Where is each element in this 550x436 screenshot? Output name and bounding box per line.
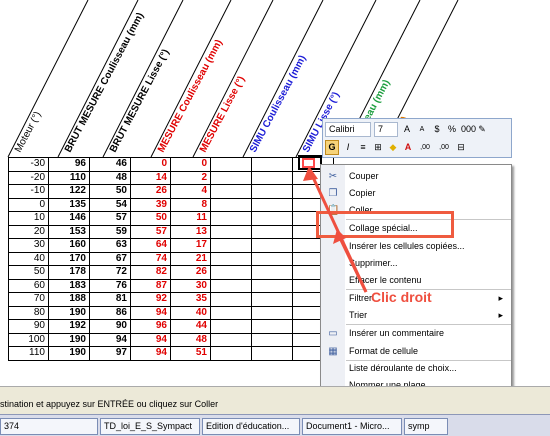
taskbar-item-td[interactable]: TD_loi_E_S_Sympact xyxy=(100,418,200,435)
annotation-arrow xyxy=(303,166,368,293)
taskbar-item-374[interactable]: 374 xyxy=(0,418,98,435)
clic-droit-label: Clic droit xyxy=(371,289,432,305)
taskbar-item-document[interactable]: Document1 - Micro... xyxy=(302,418,402,435)
status-message: stination et appuyez sur ENTRÉE ou cliqu… xyxy=(0,399,219,409)
taskbar-item-edition[interactable]: Edition d'éducation... xyxy=(202,418,300,435)
taskbar-item-sympact[interactable]: symp xyxy=(404,418,448,435)
taskbar: 374 TD_loi_E_S_Sympact Edition d'éducati… xyxy=(0,414,550,436)
spreadsheet: Moteur (°) BRUT MESURE Coulisseau (mm) BRU… xyxy=(0,0,550,386)
status-bar: stination et appuyez sur ENTRÉE ou cliqu… xyxy=(0,386,550,415)
